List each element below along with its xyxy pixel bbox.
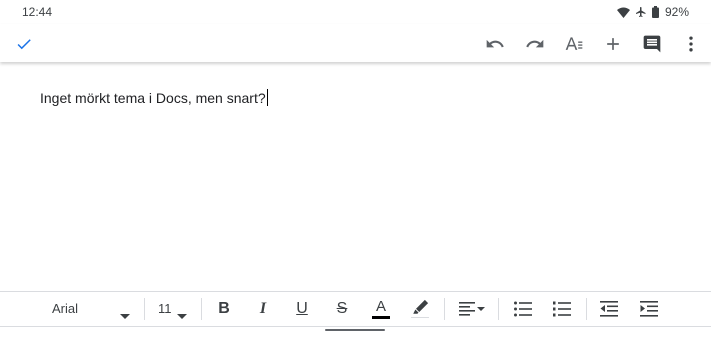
- redo-icon: [525, 34, 545, 54]
- decrease-indent-button[interactable]: [597, 297, 621, 321]
- redo-button[interactable]: [522, 31, 548, 57]
- text-format-icon: [564, 34, 584, 54]
- battery-percent: 92%: [664, 5, 689, 19]
- divider: [201, 298, 202, 320]
- undo-button[interactable]: [482, 31, 508, 57]
- bulleted-list-icon: [514, 301, 532, 317]
- text-cursor: [266, 89, 269, 106]
- bold-icon: B: [218, 300, 230, 317]
- battery-icon: [651, 6, 659, 18]
- italic-button[interactable]: I: [251, 297, 275, 321]
- divider: [444, 298, 445, 320]
- gesture-home-bar[interactable]: [325, 329, 385, 331]
- underline-icon: U: [296, 300, 308, 317]
- text-color-icon: A: [375, 298, 386, 315]
- undo-icon: [485, 34, 505, 54]
- align-left-icon: [459, 301, 485, 317]
- divider: [144, 298, 145, 320]
- docs-toolbar: [0, 24, 711, 62]
- bold-button[interactable]: B: [212, 297, 236, 321]
- strikethrough-icon: S: [336, 300, 348, 317]
- airplane-icon: [635, 6, 647, 18]
- more-options-button[interactable]: [678, 31, 704, 57]
- document-canvas[interactable]: Inget mörkt tema i Docs, men snart?: [0, 62, 711, 290]
- divider: [498, 298, 499, 320]
- increase-indent-button[interactable]: [637, 297, 661, 321]
- increase-indent-icon: [640, 301, 658, 317]
- font-family-dropdown[interactable]: Arial: [52, 301, 78, 316]
- text-color-swatch: [372, 316, 390, 319]
- highlight-icon: [411, 299, 429, 317]
- chevron-down-icon: [120, 306, 130, 324]
- formatting-bar: Arial 11 B I U S A: [0, 291, 711, 327]
- highlight-button[interactable]: [408, 297, 432, 321]
- document-text: Inget mörkt tema i Docs, men snart?: [40, 90, 266, 106]
- numbered-list-icon: [553, 301, 571, 317]
- done-button[interactable]: [11, 31, 37, 57]
- bulleted-list-button[interactable]: [511, 297, 535, 321]
- chevron-down-icon: [177, 306, 187, 324]
- wifi-icon: [616, 7, 630, 18]
- status-time: 12:44: [22, 5, 53, 19]
- strikethrough-button[interactable]: S: [330, 297, 354, 321]
- comment-icon: [642, 34, 662, 54]
- insert-button[interactable]: [600, 31, 626, 57]
- text-color-button[interactable]: A: [369, 297, 393, 321]
- status-bar: 12:44 92%: [0, 0, 711, 24]
- underline-button[interactable]: U: [290, 297, 314, 321]
- numbered-list-button[interactable]: [550, 297, 574, 321]
- divider: [586, 298, 587, 320]
- decrease-indent-icon: [600, 301, 618, 317]
- highlight-swatch: [411, 316, 429, 320]
- status-icons: 92%: [616, 4, 689, 20]
- check-icon: [15, 35, 33, 53]
- document-paragraph[interactable]: Inget mörkt tema i Docs, men snart?: [40, 89, 269, 106]
- add-icon: [603, 34, 623, 54]
- align-dropdown[interactable]: [456, 297, 488, 321]
- more-vert-icon: [681, 34, 701, 54]
- font-size-dropdown[interactable]: 11: [158, 301, 172, 316]
- text-format-button[interactable]: [561, 31, 587, 57]
- comment-button[interactable]: [639, 31, 665, 57]
- italic-icon: I: [259, 300, 267, 317]
